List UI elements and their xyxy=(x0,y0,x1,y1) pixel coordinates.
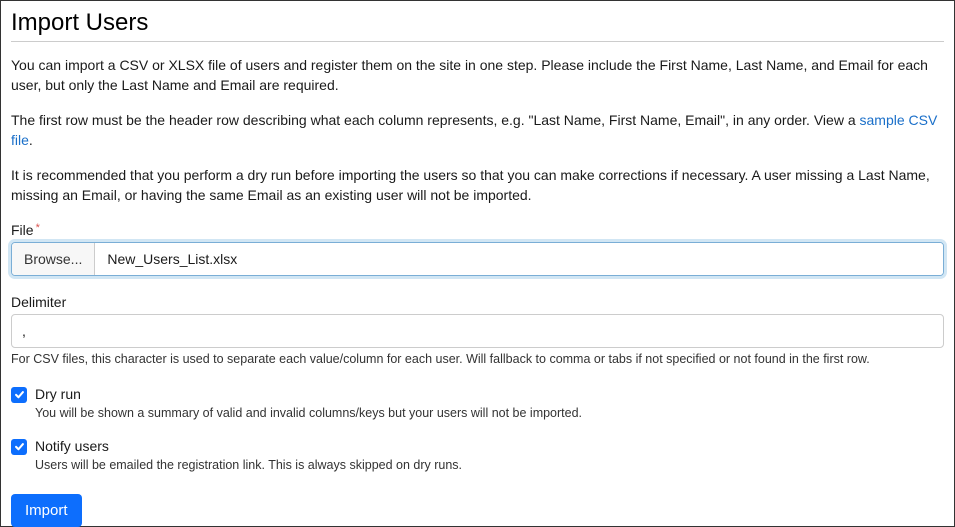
dry-run-checkbox[interactable] xyxy=(11,387,27,403)
notify-users-checkbox[interactable] xyxy=(11,439,27,455)
intro-paragraph-2: The first row must be the header row des… xyxy=(11,111,944,150)
import-button[interactable]: Import xyxy=(11,494,82,527)
intro-paragraph-3: It is recommended that you perform a dry… xyxy=(11,166,944,205)
file-name-input[interactable] xyxy=(95,243,943,275)
dry-run-row: Dry run xyxy=(11,386,944,403)
intro-p2-suffix: . xyxy=(29,132,33,148)
notify-users-label[interactable]: Notify users xyxy=(35,438,109,454)
file-input-row: Browse... xyxy=(11,242,944,276)
intro-paragraph-1: You can import a CSV or XLSX file of use… xyxy=(11,56,944,95)
delimiter-input[interactable] xyxy=(11,314,944,348)
notify-users-help: Users will be emailed the registration l… xyxy=(35,458,944,472)
file-label: File* xyxy=(11,222,944,238)
required-star-icon: * xyxy=(36,222,40,234)
dry-run-label[interactable]: Dry run xyxy=(35,386,81,402)
checkmark-icon xyxy=(14,389,25,400)
dry-run-help: You will be shown a summary of valid and… xyxy=(35,406,944,420)
browse-button[interactable]: Browse... xyxy=(12,243,95,275)
delimiter-help: For CSV files, this character is used to… xyxy=(11,352,944,366)
notify-users-row: Notify users xyxy=(11,438,944,455)
page-title: Import Users xyxy=(11,9,944,42)
delimiter-label: Delimiter xyxy=(11,294,944,310)
intro-p2-prefix: The first row must be the header row des… xyxy=(11,112,860,128)
checkmark-icon xyxy=(14,441,25,452)
